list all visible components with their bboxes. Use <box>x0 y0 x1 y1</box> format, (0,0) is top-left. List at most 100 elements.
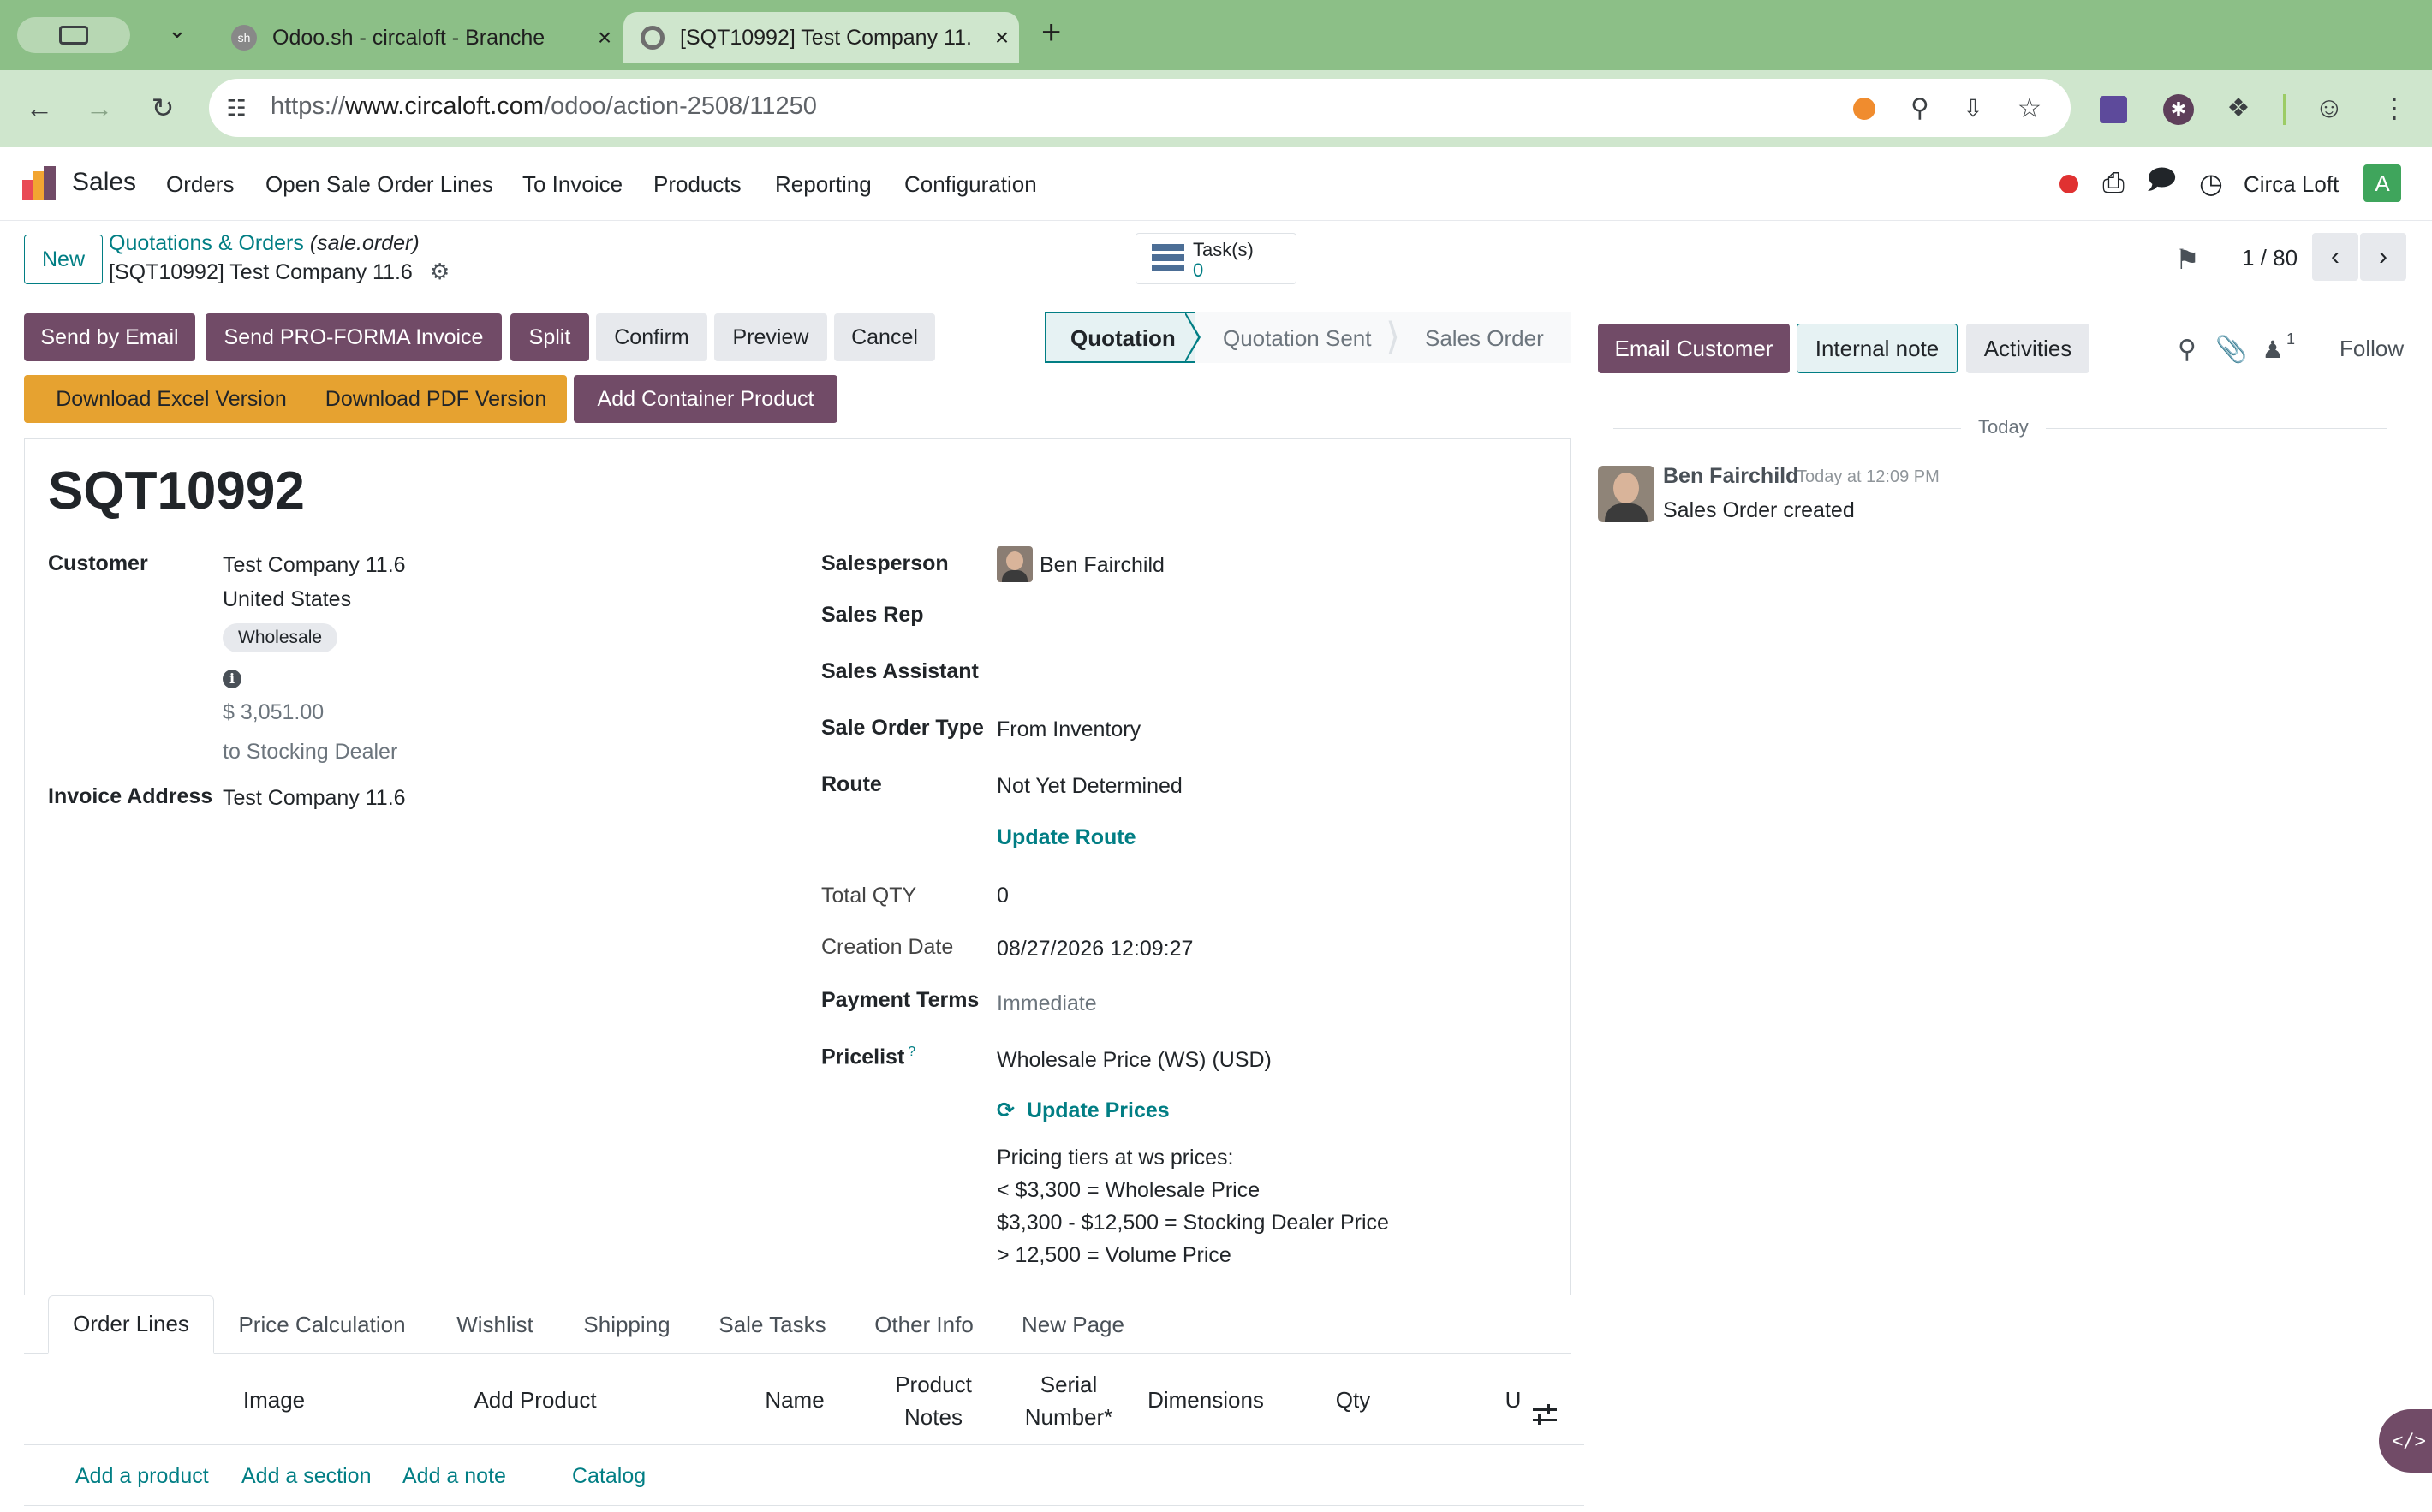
menu-configuration[interactable]: Configuration <box>904 171 1037 198</box>
column-image[interactable]: Image <box>223 1384 325 1416</box>
url-text[interactable]: https://www.circaloft.com/odoo/action-25… <box>271 92 817 121</box>
catalog-link[interactable]: Catalog <box>572 1464 646 1489</box>
sales-app-icon[interactable] <box>22 166 57 200</box>
install-app-icon[interactable]: ⇩ <box>1954 89 1992 127</box>
column-name[interactable]: Name <box>743 1384 846 1416</box>
add-a-note-link[interactable]: Add a note <box>402 1464 506 1489</box>
download-excel-button[interactable]: Download Excel Version <box>24 375 319 423</box>
tab-other-info[interactable]: Other Info <box>853 1295 995 1354</box>
reload-icon[interactable]: ↻ <box>144 89 182 127</box>
bookmark-star-icon[interactable]: ☆ <box>2011 89 2048 127</box>
kebab-menu-icon[interactable]: ⋮ <box>2375 89 2413 127</box>
split-button[interactable]: Split <box>510 313 589 361</box>
salesperson-label: Salesperson <box>821 551 949 575</box>
close-icon[interactable]: × <box>985 24 1019 51</box>
tasks-smart-button[interactable]: Task(s) 0 <box>1136 233 1296 284</box>
salesperson-value[interactable]: Ben Fairchild <box>1040 553 1165 578</box>
tab-list-chevron-icon[interactable]: ⌄ <box>168 17 187 44</box>
browser-tab-sqt10992[interactable]: [SQT10992] Test Company 11. × <box>623 12 1019 63</box>
tab-shipping[interactable]: Shipping <box>562 1295 692 1354</box>
customer-name[interactable]: Test Company 11.6 <box>223 553 406 578</box>
activities-button[interactable]: Activities <box>1966 324 2089 373</box>
breadcrumb-parent[interactable]: Quotations & Orders <box>109 231 304 255</box>
download-pdf-button[interactable]: Download PDF Version <box>305 375 567 423</box>
paperclip-icon[interactable]: 📎 <box>2213 330 2250 368</box>
tab-new-page[interactable]: New Page <box>997 1295 1149 1354</box>
search-icon[interactable]: ⚲ <box>2168 330 2206 368</box>
extension-purple-icon[interactable] <box>2100 96 2127 123</box>
add-a-product-link[interactable]: Add a product <box>75 1464 209 1489</box>
preview-button[interactable]: Preview <box>714 313 827 361</box>
zoom-icon[interactable]: ⚲ <box>1901 89 1939 127</box>
status-label-quotation[interactable]: Quotation <box>1070 325 1176 352</box>
invoice-address-value[interactable]: Test Company 11.6 <box>223 786 406 811</box>
profile-icon[interactable]: ☺ <box>2310 89 2348 127</box>
column-add-product[interactable]: Add Product <box>454 1384 617 1416</box>
gear-icon[interactable]: ⚙ <box>430 259 450 285</box>
column-serial-number[interactable]: Serial Number* <box>1009 1368 1129 1433</box>
follow-button[interactable]: Follow <box>2340 336 2404 362</box>
browser-tab-odoo-sh[interactable]: sh Odoo.sh - circaloft - Branche × <box>214 12 622 63</box>
route-value[interactable]: Not Yet Determined <box>997 774 1183 799</box>
update-prices-label: Update Prices <box>1026 1098 1170 1122</box>
column-unit[interactable]: U <box>1500 1384 1526 1416</box>
extension-record-icon[interactable] <box>1853 98 1875 120</box>
new-tab-icon[interactable]: + <box>1041 14 1061 52</box>
clock-icon[interactable]: ◷ <box>2192 164 2230 202</box>
menu-reporting[interactable]: Reporting <box>775 171 872 198</box>
status-arrow-fill <box>1184 313 1198 361</box>
internal-note-button[interactable]: Internal note <box>1797 324 1958 373</box>
extensions-puzzle-icon[interactable]: ❖ <box>2220 89 2257 127</box>
pricelist-value[interactable]: Wholesale Price (WS) (USD) <box>997 1048 1272 1073</box>
tab-wishlist[interactable]: Wishlist <box>430 1295 560 1354</box>
sale-order-type-value[interactable]: From Inventory <box>997 717 1141 742</box>
add-container-product-button[interactable]: Add Container Product <box>574 375 837 423</box>
status-label-sales-order[interactable]: Sales Order <box>1425 325 1544 352</box>
menu-open-sale-order-lines[interactable]: Open Sale Order Lines <box>265 171 493 198</box>
tab-order-lines[interactable]: Order Lines <box>48 1295 214 1354</box>
send-by-email-button[interactable]: Send by Email <box>24 313 195 361</box>
menu-orders[interactable]: Orders <box>166 171 234 198</box>
update-prices-button[interactable]: ⟳ Update Prices <box>997 1098 1170 1123</box>
chat-bubbles-icon[interactable]: 🗩 <box>2143 164 2180 202</box>
tab-price-calculation[interactable]: Price Calculation <box>216 1295 428 1354</box>
tab-search-button[interactable] <box>17 17 130 53</box>
pager-value[interactable]: 1 / 80 <box>2242 245 2298 271</box>
back-arrow-icon[interactable]: ← <box>21 89 58 127</box>
add-a-section-link[interactable]: Add a section <box>241 1464 372 1489</box>
info-icon[interactable]: i <box>223 670 241 688</box>
toolbar-divider <box>2283 94 2286 125</box>
extension-dark-icon[interactable]: ✱ <box>2163 94 2194 125</box>
menu-products[interactable]: Products <box>653 171 742 198</box>
debug-code-icon[interactable]: </> <box>2379 1409 2432 1473</box>
column-qty[interactable]: Qty <box>1319 1384 1387 1416</box>
help-tooltip-icon[interactable]: ? <box>908 1045 915 1059</box>
user-avatar[interactable]: A <box>2363 164 2401 202</box>
company-switcher[interactable]: Circa Loft <box>2244 171 2339 198</box>
route-label: Route <box>821 772 882 796</box>
pager-prev-button[interactable]: ‹ <box>2312 233 2358 281</box>
app-name[interactable]: Sales <box>72 168 136 197</box>
new-button[interactable]: New <box>24 235 103 284</box>
bookmark-icon[interactable]: ⚑ <box>2175 243 2200 276</box>
optional-columns-sliders-icon[interactable] <box>1533 1404 1557 1425</box>
update-route-button[interactable]: Update Route <box>997 825 1136 850</box>
menu-to-invoice[interactable]: To Invoice <box>522 171 623 198</box>
column-product-notes[interactable]: Product Notes <box>882 1368 985 1433</box>
close-icon[interactable]: × <box>587 24 622 51</box>
pager-next-button[interactable]: › <box>2360 233 2406 281</box>
record-title[interactable]: SQT10992 <box>48 461 305 521</box>
cancel-button[interactable]: Cancel <box>834 313 935 361</box>
email-customer-button[interactable]: Email Customer <box>1598 324 1790 373</box>
status-label-quotation-sent[interactable]: Quotation Sent <box>1223 325 1371 352</box>
printer-icon[interactable]: ⎙ <box>2095 164 2132 202</box>
forward-arrow-icon[interactable]: → <box>80 89 118 127</box>
confirm-button[interactable]: Confirm <box>596 313 707 361</box>
site-settings-icon[interactable]: ☷ <box>218 89 255 127</box>
recording-dot-icon[interactable] <box>2059 175 2078 193</box>
send-pro-forma-button[interactable]: Send PRO-FORMA Invoice <box>206 313 502 361</box>
tab-sale-tasks[interactable]: Sale Tasks <box>694 1295 851 1354</box>
message-author[interactable]: Ben Fairchild <box>1663 464 1798 489</box>
payment-terms-value[interactable]: Immediate <box>997 991 1097 1016</box>
column-dimensions[interactable]: Dimensions <box>1141 1384 1271 1416</box>
